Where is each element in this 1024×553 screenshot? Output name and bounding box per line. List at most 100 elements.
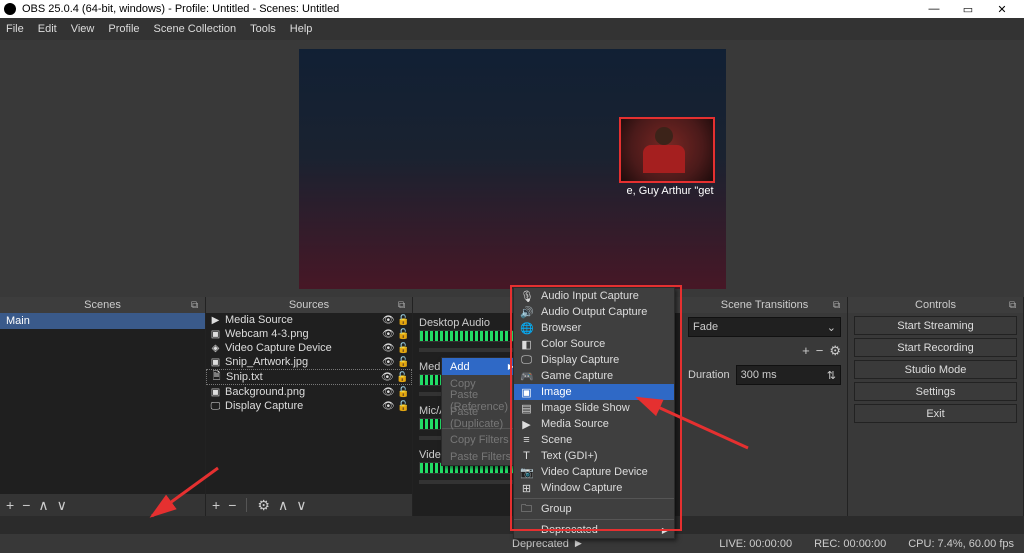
source-row[interactable]: ▣Snip_Artwork.jpg👁🔓 (206, 355, 412, 369)
transition-add-button[interactable]: + (802, 343, 810, 359)
sources-remove-button[interactable]: − (228, 497, 236, 513)
add-source-item[interactable]: TText (GDI+) (514, 448, 674, 464)
source-row[interactable]: 🖵Display Capture👁🔓 (206, 399, 412, 413)
lock-toggle-icon[interactable]: 🔓 (397, 343, 408, 354)
add-source-item[interactable]: Deprecated▶ (514, 522, 674, 538)
control-button[interactable]: Studio Mode (854, 360, 1017, 379)
preview-area[interactable]: e, Guy Arthur "get (0, 40, 1024, 297)
status-live: LIVE: 00:00:00 (719, 538, 792, 550)
lock-toggle-icon[interactable]: 🔓 (397, 401, 408, 412)
source-type-icon: ≡ (520, 434, 533, 446)
source-type-icon: 🎮 (520, 370, 533, 383)
control-button[interactable]: Start Recording (854, 338, 1017, 357)
source-label: Media Source (225, 314, 378, 326)
source-type-icon: 🖵 (210, 401, 221, 412)
sources-list[interactable]: ▶Media Source👁🔓▣Webcam 4-3.png👁🔓◈Video C… (206, 313, 412, 494)
menu-item-label: Color Source (541, 338, 605, 350)
scenes-down-button[interactable]: ∨ (57, 497, 67, 514)
controls-popout-icon[interactable]: ⧉ (1009, 300, 1019, 310)
add-source-item[interactable]: 🌐Browser (514, 320, 674, 336)
close-button[interactable]: ✕ (990, 3, 1014, 16)
menu-view[interactable]: View (71, 23, 95, 35)
menu-scene-collection[interactable]: Scene Collection (154, 23, 237, 35)
menu-item-label: Audio Input Capture (541, 290, 639, 302)
source-type-icon: T (520, 450, 533, 462)
source-row[interactable]: ◈Video Capture Device👁🔓 (206, 341, 412, 355)
add-source-item[interactable]: 🎮 Game Capture (514, 368, 674, 384)
scenes-toolbar: + − ∧ ∨ (0, 494, 205, 516)
context-menu-item[interactable]: Add▶ (442, 358, 522, 375)
person-body-shape (643, 145, 685, 173)
lock-toggle-icon[interactable]: 🔓 (397, 387, 408, 398)
add-source-item[interactable]: 📷Video Capture Device (514, 464, 674, 480)
sources-popout-icon[interactable]: ⧉ (398, 300, 408, 310)
sources-settings-button[interactable]: ⚙ (257, 497, 270, 514)
add-source-item[interactable]: ⊞Window Capture (514, 480, 674, 496)
lock-toggle-icon[interactable]: 🔓 (397, 329, 408, 340)
preview-canvas[interactable]: e, Guy Arthur "get (299, 49, 726, 289)
add-source-item[interactable]: 🎙Audio Input Capture (514, 288, 674, 304)
menu-item-label: Paste (Duplicate) (450, 406, 514, 430)
menu-profile[interactable]: Profile (108, 23, 139, 35)
add-source-item[interactable]: ◧ Color Source (514, 336, 674, 352)
control-button[interactable]: Exit (854, 404, 1017, 423)
webcam-overlay[interactable] (619, 117, 715, 183)
lock-toggle-icon[interactable]: 🔓 (397, 357, 408, 368)
lock-toggle-icon[interactable]: 🔓 (396, 372, 407, 383)
sources-add-button[interactable]: + (212, 497, 220, 513)
sources-up-button[interactable]: ∧ (278, 497, 288, 514)
source-type-icon: 🔊 (520, 306, 533, 319)
maximize-button[interactable]: ▭ (956, 3, 980, 16)
visibility-toggle-icon[interactable]: 👁 (382, 387, 393, 398)
source-row[interactable]: ▣Background.png👁🔓 (206, 385, 412, 399)
sources-context-menu: Add▶CopyPaste (Reference)Paste (Duplicat… (441, 357, 523, 466)
transitions-title: Scene Transitions (721, 299, 808, 311)
lock-toggle-icon[interactable]: 🔓 (397, 315, 408, 326)
visibility-toggle-icon[interactable]: 👁 (382, 357, 393, 368)
menu-item-label: Game Capture (541, 370, 613, 382)
scenes-popout-icon[interactable]: ⧉ (191, 300, 201, 310)
transitions-popout-icon[interactable]: ⧉ (833, 300, 843, 310)
control-button[interactable]: Settings (854, 382, 1017, 401)
context-menu-item: Paste Filters (442, 448, 522, 465)
add-source-item[interactable]: ▣Image (514, 384, 674, 400)
minimize-button[interactable]: — (922, 3, 946, 16)
scenes-up-button[interactable]: ∧ (38, 497, 48, 514)
source-row[interactable]: ▶Media Source👁🔓 (206, 313, 412, 327)
visibility-toggle-icon[interactable]: 👁 (382, 401, 393, 412)
source-type-icon: ▣ (210, 329, 221, 340)
transition-remove-button[interactable]: − (816, 343, 824, 359)
transition-settings-button[interactable]: ⚙ (829, 343, 841, 359)
transition-value: Fade (693, 321, 718, 333)
visibility-toggle-icon[interactable]: 👁 (381, 372, 392, 383)
visibility-toggle-icon[interactable]: 👁 (382, 329, 393, 340)
source-type-icon: ◧ (520, 338, 533, 351)
source-row[interactable]: 🗎Snip.txt👁🔓 (206, 369, 412, 385)
sources-toolbar: + − ⚙ ∧ ∨ (206, 494, 412, 516)
toolbar-separator (246, 498, 247, 512)
sources-down-button[interactable]: ∨ (296, 497, 306, 514)
scene-item-main[interactable]: Main (0, 313, 205, 329)
control-button[interactable]: Start Streaming (854, 316, 1017, 335)
deprecated-submenu-peek[interactable]: Deprecated ▶ (512, 538, 582, 550)
visibility-toggle-icon[interactable]: 👁 (382, 343, 393, 354)
menu-file[interactable]: File (6, 23, 24, 35)
source-type-icon: ▣ (210, 357, 221, 368)
menu-help[interactable]: Help (290, 23, 313, 35)
source-row[interactable]: ▣Webcam 4-3.png👁🔓 (206, 327, 412, 341)
duration-spinbox[interactable]: 300 ms ⇅ (736, 365, 841, 385)
add-source-item[interactable]: 🖵Display Capture (514, 352, 674, 368)
add-source-item[interactable]: ▤Image Slide Show (514, 400, 674, 416)
add-source-item[interactable]: ▶Media Source (514, 416, 674, 432)
menu-edit[interactable]: Edit (38, 23, 57, 35)
menu-tools[interactable]: Tools (250, 23, 276, 35)
scenes-remove-button[interactable]: − (22, 497, 30, 513)
transition-select[interactable]: Fade ⌄ (688, 317, 841, 337)
scenes-list[interactable]: Main (0, 313, 205, 494)
menu-separator (514, 498, 674, 499)
add-source-item[interactable]: ≡Scene (514, 432, 674, 448)
visibility-toggle-icon[interactable]: 👁 (382, 315, 393, 326)
add-source-item[interactable]: 🗀Group (514, 501, 674, 517)
add-source-item[interactable]: 🔊Audio Output Capture (514, 304, 674, 320)
scenes-add-button[interactable]: + (6, 497, 14, 513)
